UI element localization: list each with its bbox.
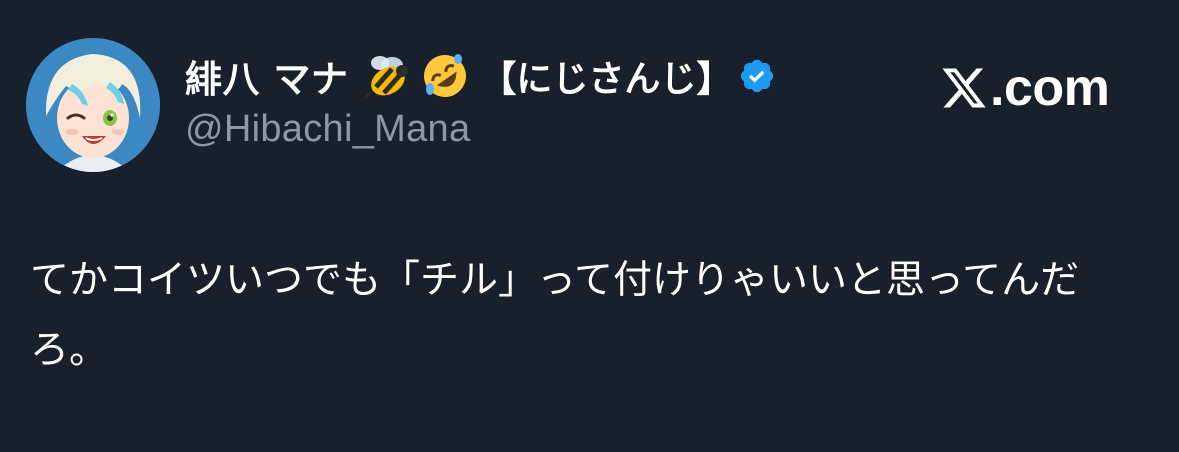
rofl-emoji-icon [420,51,470,101]
brand-domain: .com [990,59,1110,117]
verified-badge-icon [738,57,776,95]
avatar[interactable] [26,38,160,172]
display-name[interactable]: 緋八 マナ [185,49,348,103]
honeybee-icon [362,51,412,101]
x-logo-icon [940,64,988,112]
tweet-text: てかコイツいつでも「チル」って付けりゃいいと思ってんだろ。 [30,258,1080,373]
user-handle[interactable]: @Hibachi_Mana [185,108,470,151]
affiliation-label: 【にじさんじ】 [480,59,733,100]
avatar-image [26,38,160,172]
name-row: 緋八 マナ 【にじさんじ】 [185,46,776,106]
brand-logo: .com [940,58,1110,118]
tweet-card: 緋八 マナ 【にじさんじ】 @Hibachi_Mana .com てかコイツいつ… [0,0,1179,452]
